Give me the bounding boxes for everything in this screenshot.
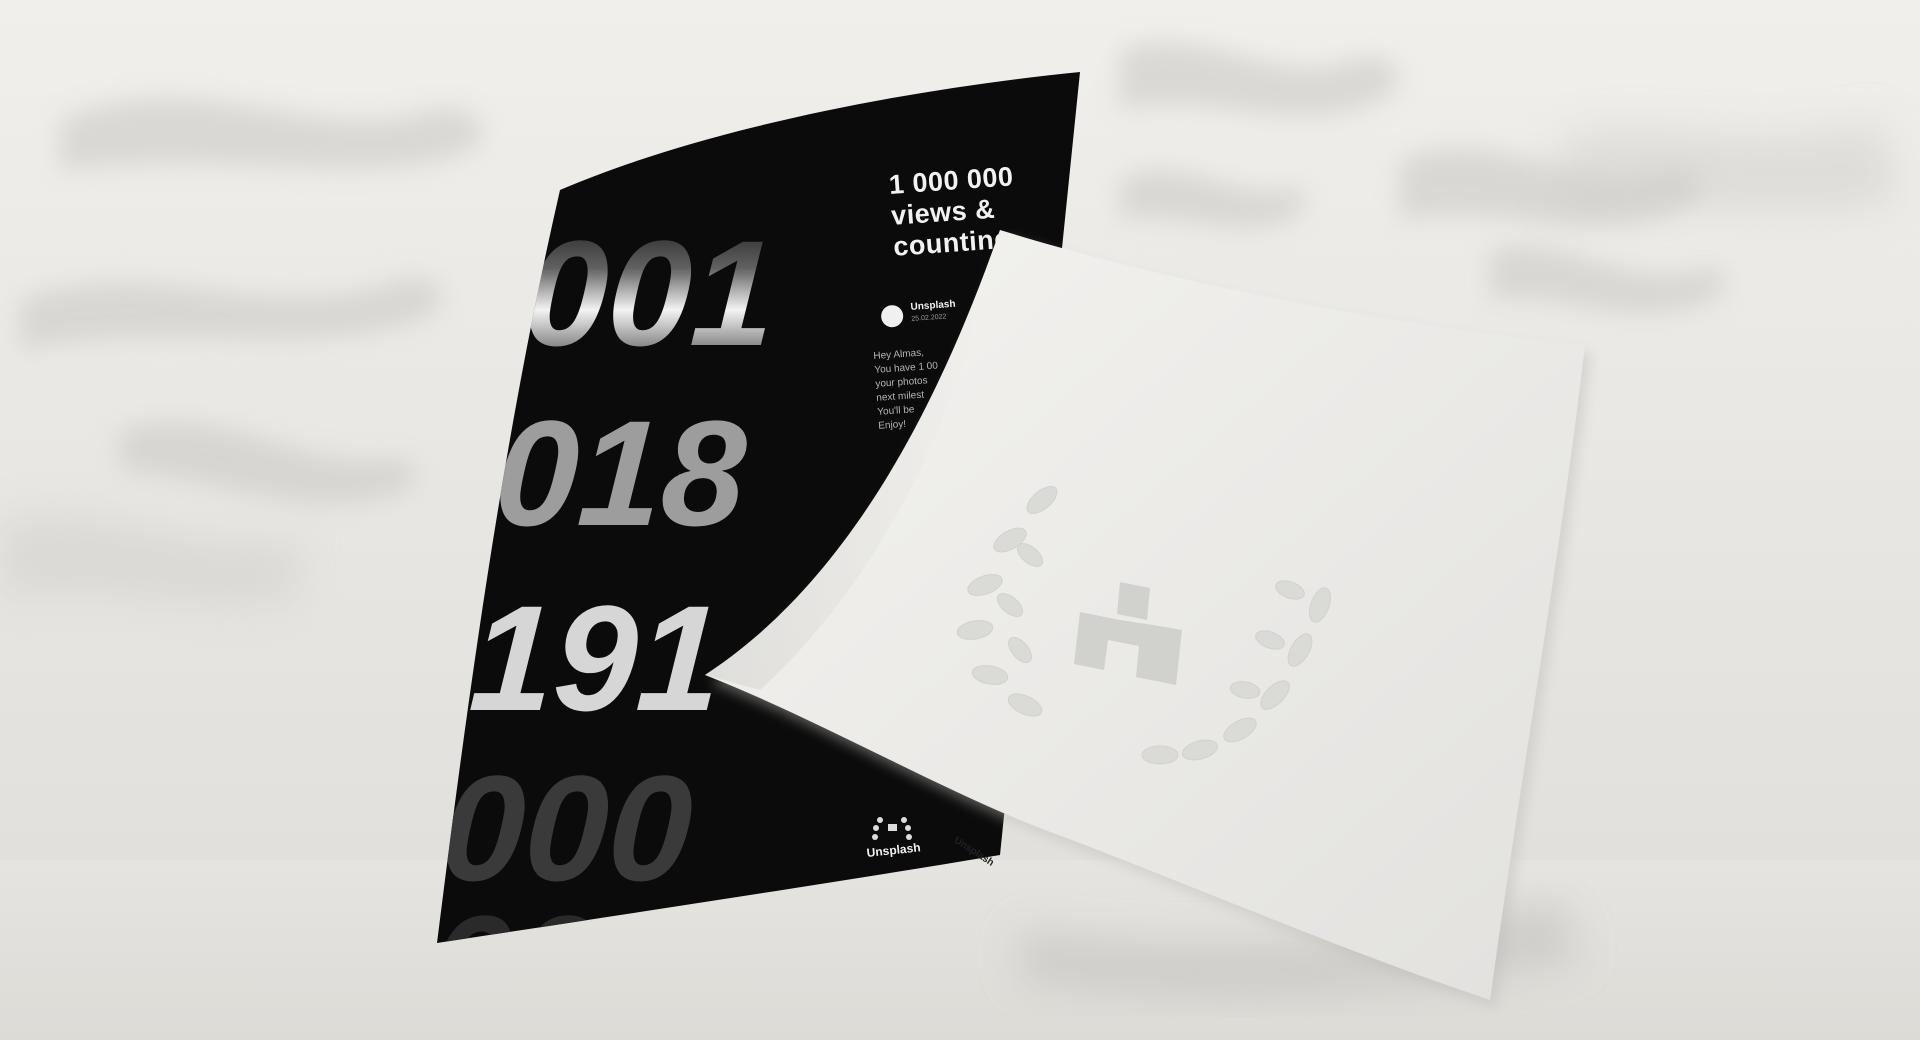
white-sheet <box>705 230 1591 1008</box>
photo-scene: 001 018 191 000 000 1 000 000 views & co… <box>0 0 1920 1040</box>
